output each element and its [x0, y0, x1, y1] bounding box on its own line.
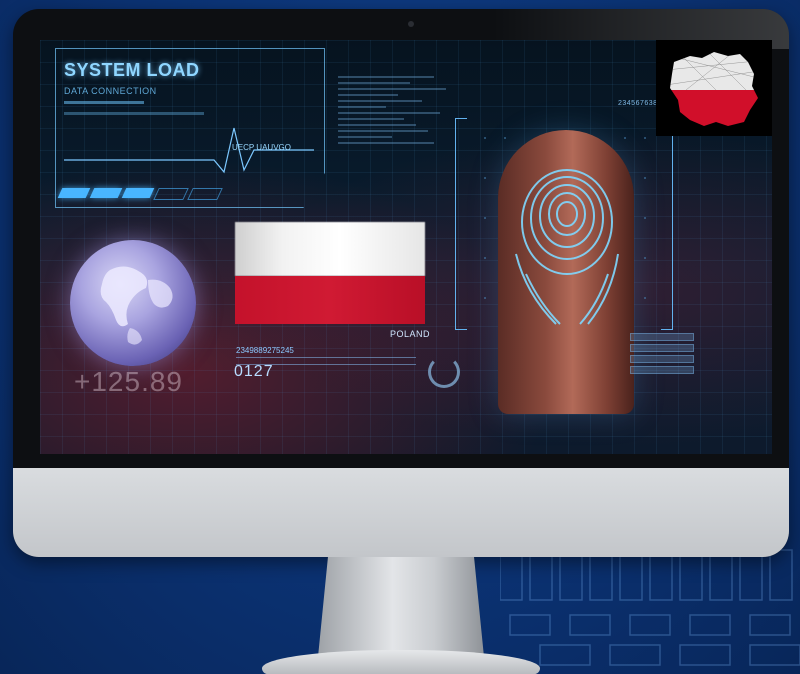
- globe-reading: +125.89: [74, 366, 183, 397]
- map-inset: [656, 40, 772, 136]
- data-stream: [338, 72, 458, 222]
- poland-map-icon: [670, 52, 758, 126]
- system-load-title: SYSTEM LOAD: [64, 60, 200, 80]
- load-bar: [187, 188, 223, 200]
- load-bar: [57, 188, 91, 198]
- country-label: POLAND: [390, 329, 431, 339]
- data-connection-label: DATA CONNECTION: [64, 86, 157, 96]
- spinner-icon: [428, 356, 460, 388]
- readout-panel: [630, 330, 694, 376]
- flag-red-stripe: [235, 276, 425, 324]
- background-pattern: [500, 549, 800, 666]
- id-code: 2349889275245: [236, 346, 294, 355]
- panel-line: [64, 101, 144, 104]
- big-code: 0127: [234, 363, 274, 380]
- load-bar: [153, 188, 189, 200]
- monitor-stand-neck: [318, 557, 484, 657]
- flag-white-stripe: [235, 222, 425, 276]
- panel-line: [64, 112, 204, 115]
- monitor-stand-base: [262, 650, 540, 674]
- load-bars: [57, 188, 223, 200]
- fingerprint-icon: [515, 169, 619, 325]
- monitor-chin: [13, 468, 789, 557]
- panel-tag: UECP UAUVGO: [232, 143, 291, 152]
- load-bar: [89, 188, 123, 198]
- globe-continents: [100, 266, 173, 345]
- load-bar: [121, 188, 155, 198]
- webcam: [408, 21, 414, 27]
